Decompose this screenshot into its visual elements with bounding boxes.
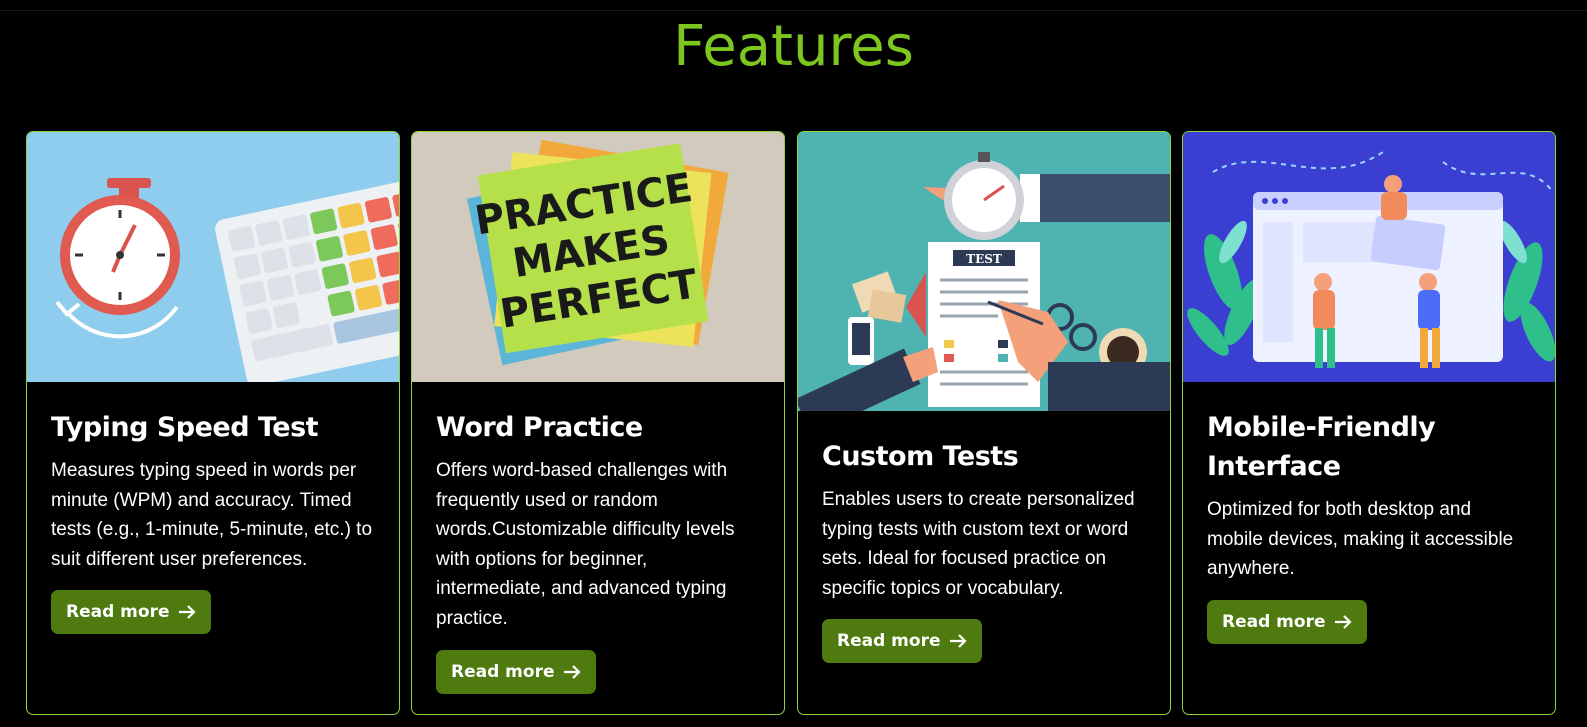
- button-label: Read more: [1222, 611, 1326, 632]
- card-body: Mobile-Friendly Interface Optimized for …: [1183, 382, 1555, 644]
- card-description: Optimized for both desktop and mobile de…: [1207, 499, 1514, 580]
- read-more-button[interactable]: Read more: [1207, 599, 1367, 644]
- card-body: Word Practice Offers word-based challeng…: [412, 382, 784, 694]
- button-label: Read more: [66, 602, 170, 623]
- test-paper-label: TEST: [966, 252, 1002, 266]
- section-title: Features: [673, 14, 914, 79]
- sticky-notes-illustration: PRACTICE MAKES PERFECT: [412, 132, 784, 382]
- card-description: Measures typing speed in words per minut…: [51, 460, 373, 570]
- read-more-button[interactable]: Read more: [822, 619, 982, 664]
- card-description: Enables users to create personalized typ…: [822, 489, 1135, 599]
- arrow-right-icon: [178, 605, 196, 620]
- card-title: Mobile-Friendly Interface: [1207, 412, 1436, 482]
- arrow-right-icon: [949, 634, 967, 649]
- stopwatch-keyboard-illustration: [27, 132, 399, 382]
- arrow-right-icon: [563, 664, 581, 679]
- arrow-right-icon: [1334, 615, 1352, 629]
- feature-card-mobile-friendly: Mobile-Friendly Interface Optimized for …: [1182, 131, 1556, 715]
- button-label: Read more: [837, 631, 941, 652]
- test-paper-illustration: TEST: [798, 132, 1170, 411]
- features-page: Features Typing Speed Test Measures typi…: [0, 0, 1587, 727]
- feature-card-word-practice: PRACTICE MAKES PERFECT Word Practice Off…: [411, 131, 785, 715]
- card-title: Typing Speed Test: [51, 412, 319, 443]
- button-label: Read more: [451, 661, 555, 682]
- feature-card-custom-tests: TEST Custom Tests Enables users to creat…: [797, 131, 1171, 715]
- card-description: Offers word-based challenges with freque…: [436, 460, 735, 629]
- card-body: Custom Tests Enables users to create per…: [798, 411, 1170, 664]
- responsive-web-illustration: [1183, 132, 1555, 382]
- read-more-button[interactable]: Read more: [436, 649, 596, 694]
- card-body: Typing Speed Test Measures typing speed …: [27, 382, 399, 635]
- feature-card-typing-speed: Typing Speed Test Measures typing speed …: [26, 131, 400, 715]
- divider: [0, 10, 1587, 11]
- read-more-button[interactable]: Read more: [51, 590, 211, 635]
- card-title: Word Practice: [436, 412, 643, 443]
- card-title: Custom Tests: [822, 441, 1019, 472]
